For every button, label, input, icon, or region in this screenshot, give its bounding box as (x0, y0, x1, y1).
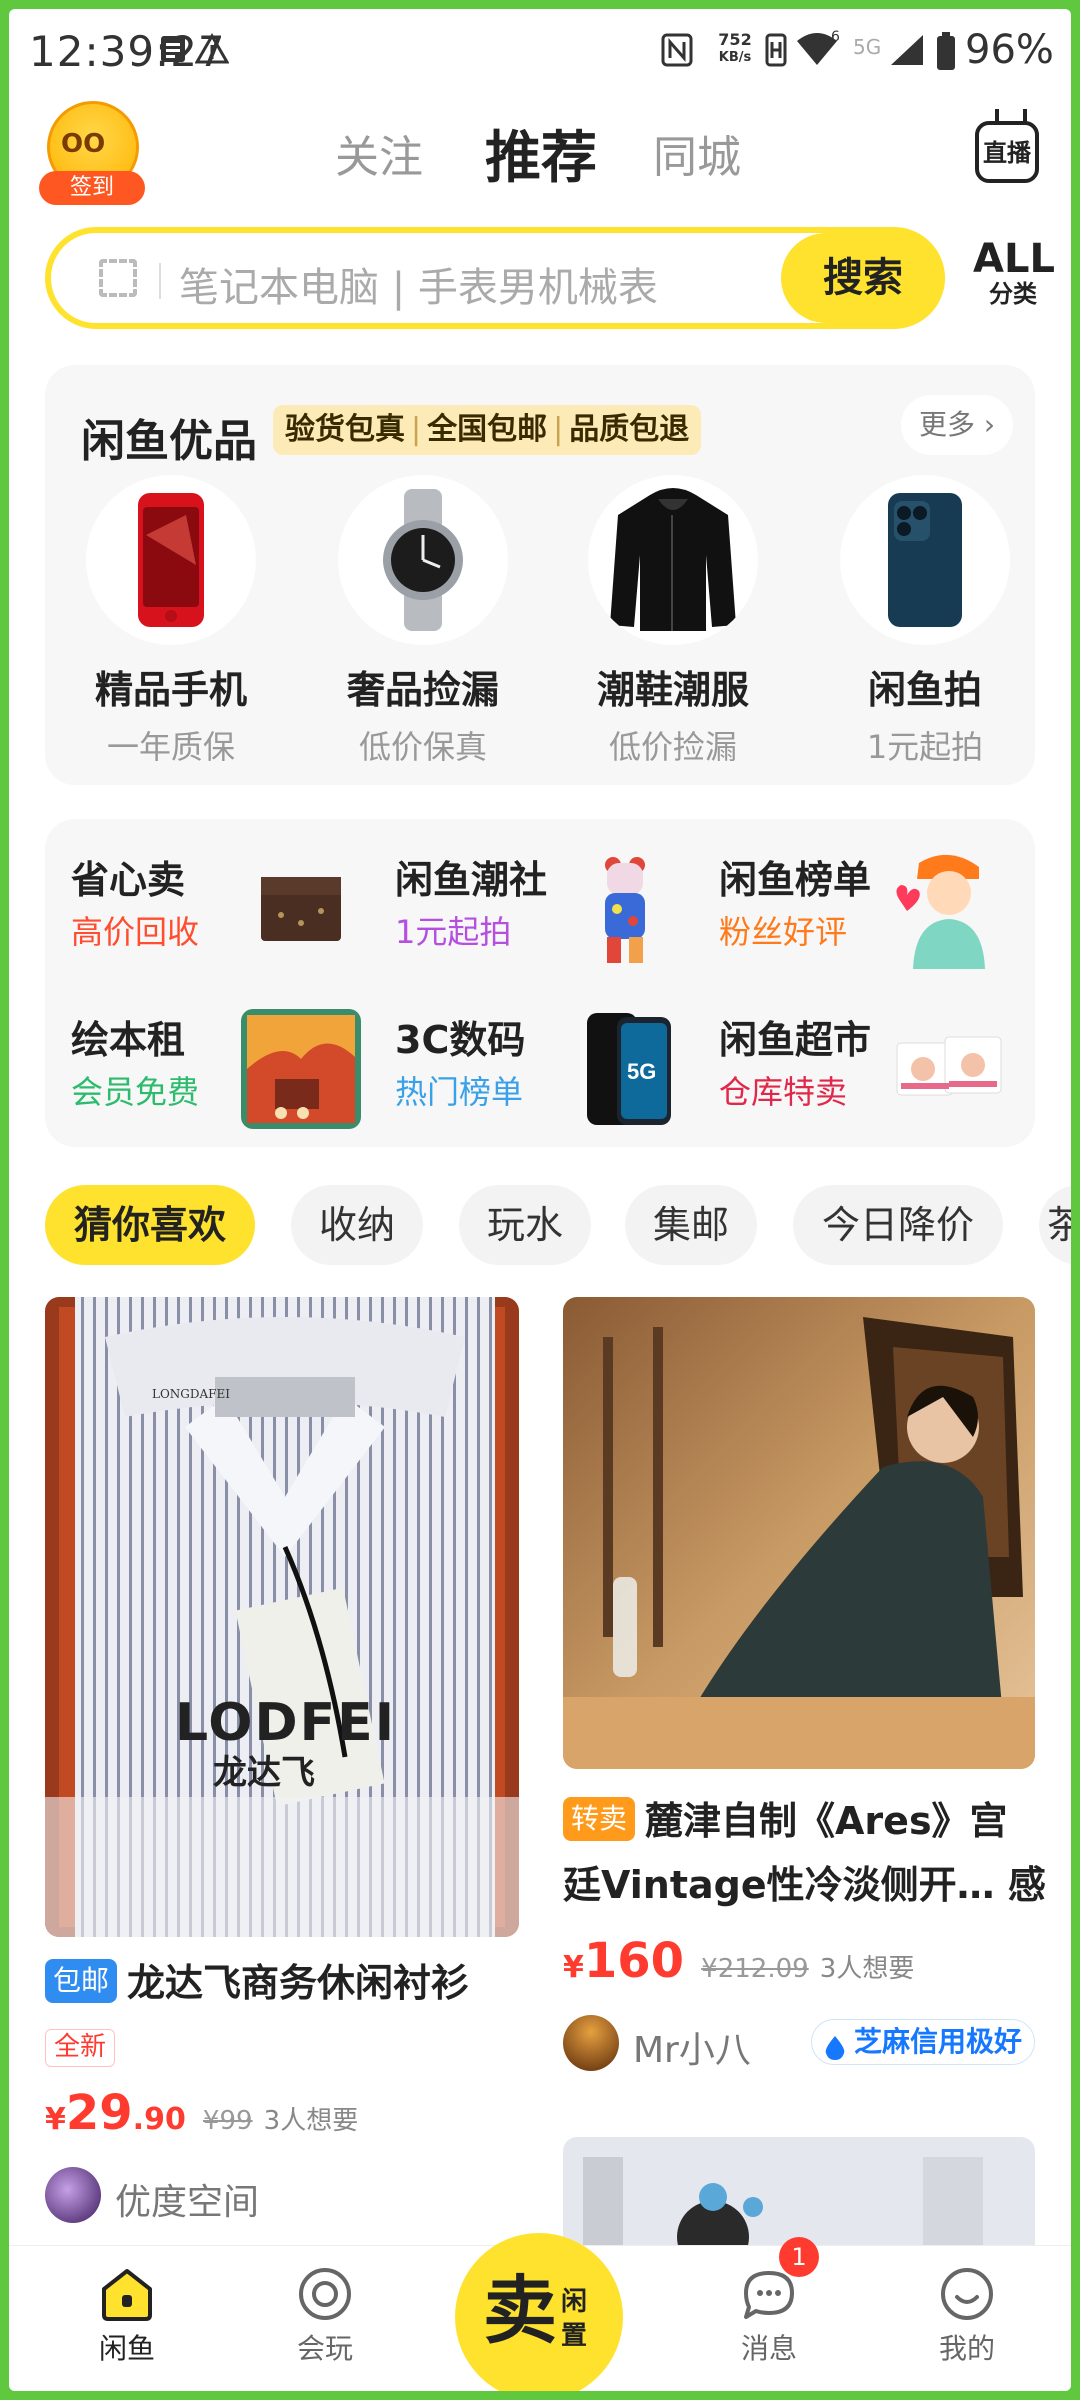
shirt-brand-logo: LODFEI (175, 1693, 397, 1753)
notes-icon (157, 33, 189, 73)
seller-name-right[interactable]: Mr小八 (633, 2021, 751, 2073)
watch-icon (338, 475, 508, 645)
checkin-label: 签到 (39, 171, 145, 205)
credit-badge: 芝麻信用极好 (811, 2019, 1036, 2065)
diapers-icon (889, 1009, 1009, 1129)
avatar[interactable] (45, 2167, 101, 2223)
youpin-tags: 验货包真 | 全国包邮 | 品质包退 (273, 405, 702, 455)
drop-icon (824, 2030, 846, 2074)
tab-local[interactable]: 同城 (653, 121, 741, 185)
badge-free-shipping: 包邮 (45, 1959, 118, 2003)
scan-icon[interactable] (99, 259, 137, 297)
condition-badge: 全新 (45, 2029, 116, 2067)
wifi-icon: 6 (795, 29, 840, 71)
grid-item-book-rental[interactable]: 绘本租 会员免费 (71, 1009, 391, 1149)
price-row-dress: ¥160 ¥212.09 3人想要 (563, 1933, 915, 1989)
badge-resale: 转卖 (563, 1797, 636, 1841)
nav-messages[interactable]: 消息 (699, 2265, 839, 2367)
youpin-item-luxury[interactable]: 奢品捡漏 低价保真 (323, 475, 523, 768)
signal-icon (889, 33, 925, 71)
youpin-title: 闲鱼优品 (81, 416, 257, 467)
youpin-item-fashion[interactable]: 潮鞋潮服 低价捡漏 (573, 475, 773, 768)
chip-guess-you-like[interactable]: 猜你喜欢 (45, 1185, 255, 1265)
phone-5g-icon: 5G (565, 1009, 685, 1129)
svg-text:5G: 5G (627, 1059, 656, 1084)
more-button[interactable]: 更多 › (901, 395, 1013, 455)
youpin-item-auction[interactable]: 闲鱼拍 1元起拍 (825, 475, 1025, 768)
smile-icon (938, 2265, 996, 2323)
blue-phone-icon (840, 475, 1010, 645)
seller-name-left[interactable]: 优度空间 (115, 2173, 259, 2225)
sell-button[interactable]: 卖 闲 置 (455, 2233, 623, 2391)
checkin-button[interactable]: OO 签到 (39, 101, 145, 205)
product-image-shirt[interactable]: LONGDAFEI LODFEI 龙达飞 (45, 1297, 519, 1937)
wallet-icon (241, 849, 361, 969)
tab-recommend[interactable]: 推荐 (485, 113, 597, 194)
chip-price-drop[interactable]: 今日降价 (793, 1185, 1003, 1265)
product-title-dress[interactable]: 转卖 麓津自制《Ares》宫 廷Vintage性冷淡侧开… 感 (563, 1789, 1046, 1917)
shirt-brand-cn: 龙达飞 (213, 1753, 315, 1793)
nav-play[interactable]: 会玩 (255, 2265, 395, 2367)
grid-item-supermarket[interactable]: 闲鱼超市 仓库特卖 (719, 1009, 1039, 1149)
grid-item-trend[interactable]: 闲鱼潮社 1元起拍 (395, 849, 715, 989)
product-image-dress[interactable] (563, 1297, 1035, 1769)
home-icon (98, 2265, 156, 2323)
battery-level: 96% (965, 27, 1054, 73)
avatar[interactable] (563, 2015, 619, 2071)
net-speed: 752 KB/s (718, 30, 752, 66)
services-grid: 省心卖 高价回收 闲鱼潮社 1元起拍 闲鱼榜单 粉丝好评 绘本租 会员免费 3C数码 热门… (45, 819, 1035, 1147)
bear-toy-icon (565, 849, 685, 969)
chip-water-play[interactable]: 玩水 (459, 1185, 591, 1265)
red-phone-icon (86, 475, 256, 645)
shirt-label-text: LONGDAFEI (151, 1387, 230, 1401)
grid-item-3c[interactable]: 3C数码 热门榜单 5G (395, 1009, 715, 1149)
all-category-button[interactable]: ALL 分类 (973, 237, 1055, 307)
youpin-section: 闲鱼优品 验货包真 | 全国包邮 | 品质包退 更多 › 精品手机 一年质保 奢品捡漏 … (45, 365, 1035, 785)
nav-home[interactable]: 闲鱼 (57, 2265, 197, 2367)
search-placeholder[interactable]: 笔记本电脑 | 手表男机械表 (179, 255, 658, 313)
chip-tea[interactable]: 茶 (1039, 1185, 1071, 1265)
grid-item-ranking[interactable]: 闲鱼榜单 粉丝好评 (719, 849, 1039, 989)
net-type: 5G (853, 35, 882, 59)
message-count-badge: 1 (779, 2237, 819, 2277)
search-button[interactable]: 搜索 (781, 233, 945, 323)
circle-icon (296, 2265, 354, 2323)
nav-me[interactable]: 我的 (897, 2265, 1037, 2367)
nfc-icon (661, 33, 693, 71)
cartoon-person-icon (889, 849, 1009, 969)
youpin-item-phones[interactable]: 精品手机 一年质保 (71, 475, 271, 768)
chip-stamps[interactable]: 集邮 (625, 1185, 757, 1265)
app-screen: 12:39:27 752 KB/s 6 5G 96% OO 签到 关注 推荐 同城… (9, 9, 1071, 2391)
battery-icon (935, 31, 957, 75)
grid-item-sell[interactable]: 省心卖 高价回收 (71, 849, 391, 989)
tab-follow[interactable]: 关注 (335, 121, 423, 185)
price-row-shirt: ¥29.90 ¥99 3人想要 (45, 2085, 359, 2141)
search-bar[interactable]: 笔记本电脑 | 手表男机械表 搜索 (45, 227, 945, 329)
hd-icon (765, 33, 787, 71)
live-button[interactable]: 直播 (975, 121, 1039, 183)
product-title-shirt[interactable]: 包邮 龙达飞商务休闲衬衫 (45, 1951, 519, 2015)
warning-icon (194, 32, 230, 73)
hoodie-icon (588, 475, 758, 645)
picture-book-icon (241, 1009, 361, 1129)
chip-storage[interactable]: 收纳 (291, 1185, 423, 1265)
